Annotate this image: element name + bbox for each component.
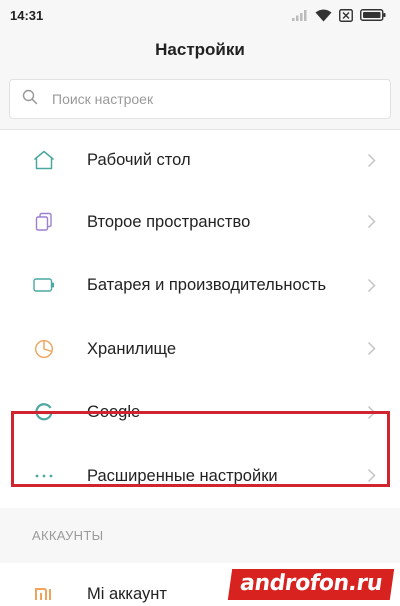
settings-item-label: Расширенные настройки [87,466,278,485]
settings-item-desktop[interactable]: Рабочий стол [0,130,400,190]
settings-item-label: Рабочий стол [87,151,191,169]
settings-list: Рабочий стол Второе пространство Батарея… [0,129,400,508]
status-icons [292,8,386,22]
mi-logo-icon [32,582,56,606]
sim-off-icon [339,8,353,22]
chevron-right-icon [367,341,376,356]
chevron-right-icon [367,405,376,420]
battery-icon [32,273,56,297]
settings-item-second-space[interactable]: Второе пространство [0,190,400,254]
accounts-section-header: АККАУНТЫ [0,507,400,563]
google-icon [32,400,56,424]
signal-icon [292,9,308,21]
settings-item-advanced[interactable]: Расширенные настройки [0,444,400,508]
settings-item-storage[interactable]: Хранилище [0,317,400,381]
battery-icon [360,9,386,21]
title-bar: Настройки [0,30,400,70]
home-icon [32,148,56,172]
settings-item-label: Google [87,403,141,422]
watermark: androfon.ru [227,569,395,600]
settings-item-label: Хранилище [87,339,177,358]
second-space-icon [32,210,56,234]
chevron-right-icon [367,278,376,293]
chevron-right-icon [367,214,376,229]
status-time: 14:31 [10,7,44,23]
more-icon [32,464,56,488]
search-icon [22,89,52,110]
settings-item-label: Второе пространство [87,212,251,231]
page-title: Настройки [155,40,245,59]
status-bar: 14:31 [0,0,400,30]
search-container [0,70,400,129]
settings-item-google[interactable]: Google [0,381,400,445]
storage-icon [32,337,56,361]
chevron-right-icon [367,153,376,168]
chevron-right-icon [367,468,376,483]
wifi-icon [315,9,332,22]
settings-item-label: Батарея и производительность [87,276,327,295]
search-input[interactable] [52,91,378,107]
settings-item-battery[interactable]: Батарея и производительность [0,254,400,318]
search-box[interactable] [9,79,391,119]
